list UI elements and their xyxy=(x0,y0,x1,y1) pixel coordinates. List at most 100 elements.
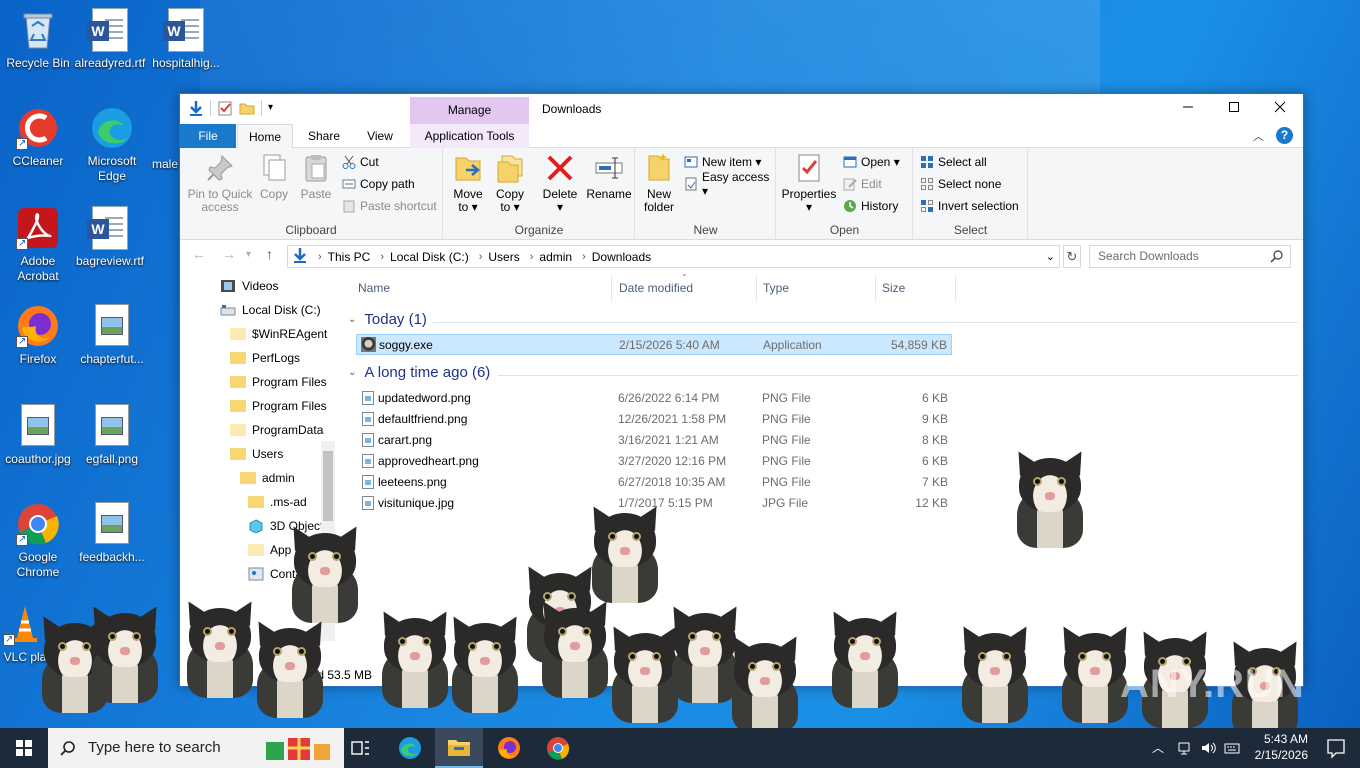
recent-locations-chevron-icon[interactable]: ▾ xyxy=(246,249,251,260)
minimize-button[interactable] xyxy=(1165,94,1211,124)
nav-item-videos[interactable]: Videos xyxy=(220,279,278,293)
breadcrumb-downloads[interactable]: Downloads xyxy=(592,250,651,264)
tab-file[interactable]: File xyxy=(180,124,236,148)
new-folder-button[interactable]: New folder xyxy=(638,152,680,214)
show-hidden-icons-chevron-icon[interactable]: ︿ xyxy=(1152,739,1164,756)
search-highlight-gift-icon[interactable] xyxy=(264,734,334,765)
volume-icon[interactable] xyxy=(1200,740,1218,759)
file-row[interactable]: carart.png 3/16/2021 1:21 AM PNG File 8 … xyxy=(356,430,952,451)
column-divider[interactable] xyxy=(875,276,876,301)
start-button[interactable] xyxy=(0,728,48,768)
nav-item-perflogs[interactable]: PerfLogs xyxy=(230,351,300,365)
address-bar[interactable]: › This PC › Local Disk (C:) › Users › ad… xyxy=(287,245,1060,268)
taskbar-edge-button[interactable] xyxy=(386,728,434,768)
invert-selection-button[interactable]: Invert selection xyxy=(920,196,1019,216)
tab-home[interactable]: Home xyxy=(237,124,293,148)
tab-application-tools[interactable]: Application Tools xyxy=(410,124,529,148)
file-row-soggy-exe[interactable]: soggy.exe 2/15/2026 5:40 AM Application … xyxy=(356,334,952,355)
paste-button[interactable]: Paste xyxy=(296,152,336,201)
nav-item-local-disk[interactable]: Local Disk (C:) xyxy=(220,303,321,317)
quick-access-down-arrow-icon[interactable] xyxy=(188,100,204,116)
file-row[interactable]: approvedheart.png 3/27/2020 12:16 PM PNG… xyxy=(356,451,952,472)
desktop-icon-edge[interactable]: Microsoft Edge xyxy=(74,106,150,184)
up-arrow-icon[interactable]: ↑ xyxy=(266,246,273,262)
taskbar-chrome-button[interactable] xyxy=(534,728,582,768)
desktop-icon-coauthor[interactable]: coauthor.jpg xyxy=(0,404,76,467)
action-center-button[interactable] xyxy=(1312,728,1360,768)
group-header-long-time-ago[interactable]: ⌄ A long time ago (6) xyxy=(348,364,490,381)
manage-contextual-tab[interactable]: Manage xyxy=(410,97,529,124)
new-folder-icon[interactable] xyxy=(239,100,255,116)
column-header-size[interactable]: Size xyxy=(882,281,905,295)
collapse-ribbon-icon[interactable]: ︿ xyxy=(1253,128,1264,144)
desktop-icon-bagreview[interactable]: W bagreview.rtf xyxy=(72,206,148,269)
file-row[interactable]: updatedword.png 6/26/2022 6:14 PM PNG Fi… xyxy=(356,388,952,409)
back-arrow-icon[interactable]: ← xyxy=(192,246,206,262)
column-header-type[interactable]: Type xyxy=(763,281,789,295)
breadcrumb-separator-icon[interactable]: › xyxy=(479,251,483,263)
breadcrumb-this-pc[interactable]: This PC xyxy=(328,250,371,264)
new-item-button[interactable]: New item ▾ xyxy=(684,152,761,172)
desktop-icon-ccleaner[interactable]: CCleaner xyxy=(0,106,76,169)
desktop-icon-firefox[interactable]: Firefox xyxy=(0,304,76,367)
close-button[interactable] xyxy=(1257,94,1303,124)
nav-item-winreagent[interactable]: $WinREAgent xyxy=(230,327,327,341)
rename-button[interactable]: Rename xyxy=(586,152,632,201)
tab-share[interactable]: Share xyxy=(296,124,352,148)
desktop-icon-chrome[interactable]: Google Chrome xyxy=(0,502,76,580)
delete-button[interactable]: Delete ▾ xyxy=(536,152,584,214)
easy-access-button[interactable]: Easy access ▾ xyxy=(684,170,775,198)
copy-to-button[interactable]: Copy to ▾ xyxy=(490,152,530,214)
nav-item-program-files[interactable]: Program Files xyxy=(230,375,327,389)
column-header-name[interactable]: Name xyxy=(358,281,390,295)
group-header-today[interactable]: ⌄ Today (1) xyxy=(348,311,427,328)
clock[interactable]: 5:43 AM 2/15/2026 xyxy=(1236,728,1308,768)
history-button[interactable]: History xyxy=(843,196,898,216)
breadcrumb-separator-icon[interactable]: › xyxy=(530,251,534,263)
task-view-button[interactable] xyxy=(336,728,384,768)
customize-quick-access-icon[interactable]: ▾ xyxy=(268,100,284,116)
maximize-button[interactable] xyxy=(1211,94,1257,124)
desktop-icon-egfall[interactable]: egfall.png xyxy=(74,404,150,467)
tab-view[interactable]: View xyxy=(352,124,408,148)
copy-button[interactable]: Copy xyxy=(256,152,292,201)
desktop-icon-recycle-bin[interactable]: Recycle Bin xyxy=(0,8,76,71)
column-divider[interactable] xyxy=(756,276,757,301)
copy-path-button[interactable]: Copy path xyxy=(342,174,415,194)
nav-item-users[interactable]: Users xyxy=(230,447,283,461)
network-icon[interactable] xyxy=(1176,740,1192,759)
desktop-icon-acrobat[interactable]: Adobe Acrobat xyxy=(0,206,76,284)
edit-button[interactable]: Edit xyxy=(843,174,882,194)
column-divider[interactable] xyxy=(611,276,612,301)
breadcrumb-users[interactable]: Users xyxy=(488,250,519,264)
nav-item-ms-ad[interactable]: .ms-ad xyxy=(248,495,307,509)
paste-shortcut-button[interactable]: Paste shortcut xyxy=(342,196,437,216)
help-icon[interactable]: ? xyxy=(1276,127,1293,144)
pin-to-quick-access-button[interactable]: Pin to Quick access xyxy=(186,152,254,214)
taskbar-firefox-button[interactable] xyxy=(485,728,533,768)
file-row[interactable]: leeteens.png 6/27/2018 10:35 AM PNG File… xyxy=(356,472,952,493)
address-dropdown-chevron-icon[interactable]: ⌄ xyxy=(1046,250,1055,263)
taskbar-file-explorer-button[interactable] xyxy=(435,728,483,768)
select-all-button[interactable]: Select all xyxy=(920,152,987,172)
cut-button[interactable]: Cut xyxy=(342,152,379,172)
select-none-button[interactable]: Select none xyxy=(920,174,1001,194)
collapse-chevron-icon[interactable]: ⌄ xyxy=(348,367,356,378)
open-button[interactable]: Open ▾ xyxy=(843,152,900,172)
column-header-date-modified[interactable]: Date modified xyxy=(619,281,693,295)
collapse-chevron-icon[interactable]: ⌄ xyxy=(348,314,356,325)
column-divider[interactable] xyxy=(955,276,956,301)
breadcrumb-separator-icon[interactable]: › xyxy=(582,251,586,263)
refresh-icon[interactable]: ↻ xyxy=(1063,245,1081,268)
properties-button[interactable]: Properties ▾ xyxy=(779,152,839,214)
breadcrumb-admin[interactable]: admin xyxy=(539,250,572,264)
desktop-icon-feedbackh[interactable]: feedbackh... xyxy=(74,502,150,565)
nav-item-admin[interactable]: admin xyxy=(240,471,295,485)
breadcrumb-local-disk[interactable]: Local Disk (C:) xyxy=(390,250,469,264)
nav-item-program-files-x86[interactable]: Program Files xyxy=(230,399,327,413)
desktop-icon-chapterfut[interactable]: chapterfut... xyxy=(74,304,150,367)
search-input[interactable]: Search Downloads xyxy=(1089,245,1291,268)
move-to-button[interactable]: Move to ▾ xyxy=(448,152,488,214)
breadcrumb-separator-icon[interactable]: › xyxy=(380,251,384,263)
desktop-icon-alreadyred[interactable]: W alreadyred.rtf xyxy=(72,8,148,71)
